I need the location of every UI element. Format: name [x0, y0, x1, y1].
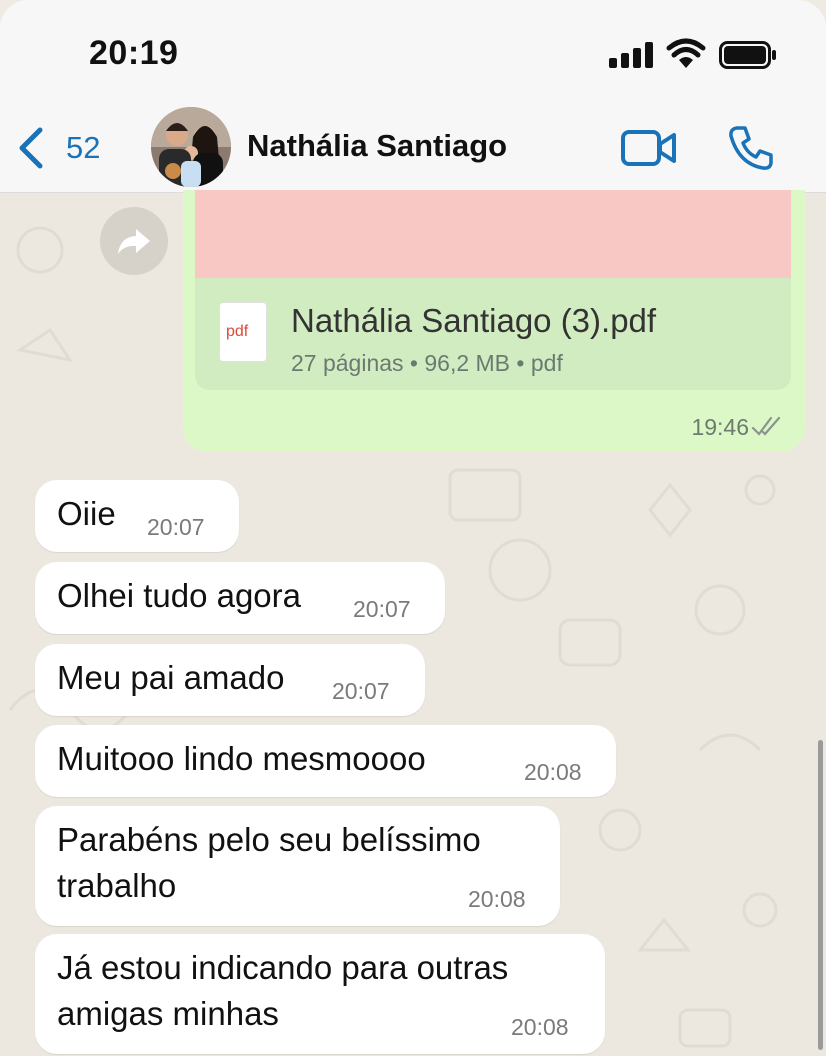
message-time: 20:08	[524, 759, 582, 785]
message-time: 19:46	[691, 414, 749, 440]
read-ticks-icon	[751, 416, 781, 436]
avatar[interactable]	[151, 107, 231, 187]
message-time: 20:07	[332, 678, 390, 704]
pdf-icon-label: pdf	[226, 323, 249, 340]
forward-button[interactable]	[100, 207, 168, 275]
chat-screen: 20:19 52 Nathália Santiago pdf Nathália …	[0, 0, 826, 1056]
message-time: 20:08	[511, 1014, 569, 1040]
chat-header: 52 Nathália Santiago	[0, 104, 826, 193]
forward-arrow-icon	[118, 229, 150, 254]
message-text: Muitooo lindo mesmoooo	[57, 740, 426, 777]
unread-count: 52	[66, 130, 101, 165]
message-text-line: amigas minhas	[57, 995, 279, 1032]
incoming-message[interactable]: Muitooo lindo mesmoooo 20:08	[35, 725, 616, 797]
incoming-message[interactable]: Já estou indicando para outras amigas mi…	[35, 934, 605, 1054]
status-time: 20:19	[89, 34, 179, 72]
document-preview[interactable]	[195, 190, 791, 278]
document-file-name: Nathália Santiago (3).pdf	[291, 302, 657, 339]
message-text: Oiie	[57, 495, 116, 532]
video-call-icon[interactable]	[620, 126, 678, 170]
incoming-message[interactable]: Oiie 20:07	[35, 480, 239, 552]
back-button[interactable]: 52	[16, 124, 100, 172]
phone-call-icon[interactable]	[727, 124, 775, 172]
wifi-icon	[666, 38, 706, 68]
scrollbar[interactable]	[818, 740, 823, 1050]
message-time: 20:08	[468, 886, 526, 912]
document-meta: 27 páginas • 96,2 MB • pdf	[291, 350, 563, 376]
message-text: Olhei tudo agora	[57, 577, 302, 614]
message-text-line: trabalho	[57, 867, 177, 904]
cellular-signal-icon	[609, 42, 653, 68]
message-text: Meu pai amado	[57, 659, 285, 696]
incoming-message[interactable]: Olhei tudo agora 20:07	[35, 562, 445, 634]
outgoing-document-message[interactable]: pdf Nathália Santiago (3).pdf 27 páginas…	[183, 190, 805, 452]
message-time: 20:07	[353, 596, 411, 622]
incoming-message[interactable]: Meu pai amado 20:07	[35, 644, 425, 716]
message-text-line: Já estou indicando para outras	[57, 949, 509, 986]
status-bar: 20:19	[0, 0, 826, 104]
incoming-message[interactable]: Parabéns pelo seu belíssimo trabalho 20:…	[35, 806, 560, 926]
contact-name[interactable]: Nathália Santiago	[247, 128, 507, 164]
message-text-line: Parabéns pelo seu belíssimo	[57, 821, 481, 858]
document-attachment[interactable]: pdf Nathália Santiago (3).pdf 27 páginas…	[195, 278, 791, 390]
pdf-file-icon: pdf	[219, 302, 267, 362]
battery-icon	[719, 41, 776, 69]
message-time: 20:07	[147, 514, 205, 540]
chevron-left-icon	[19, 127, 43, 169]
